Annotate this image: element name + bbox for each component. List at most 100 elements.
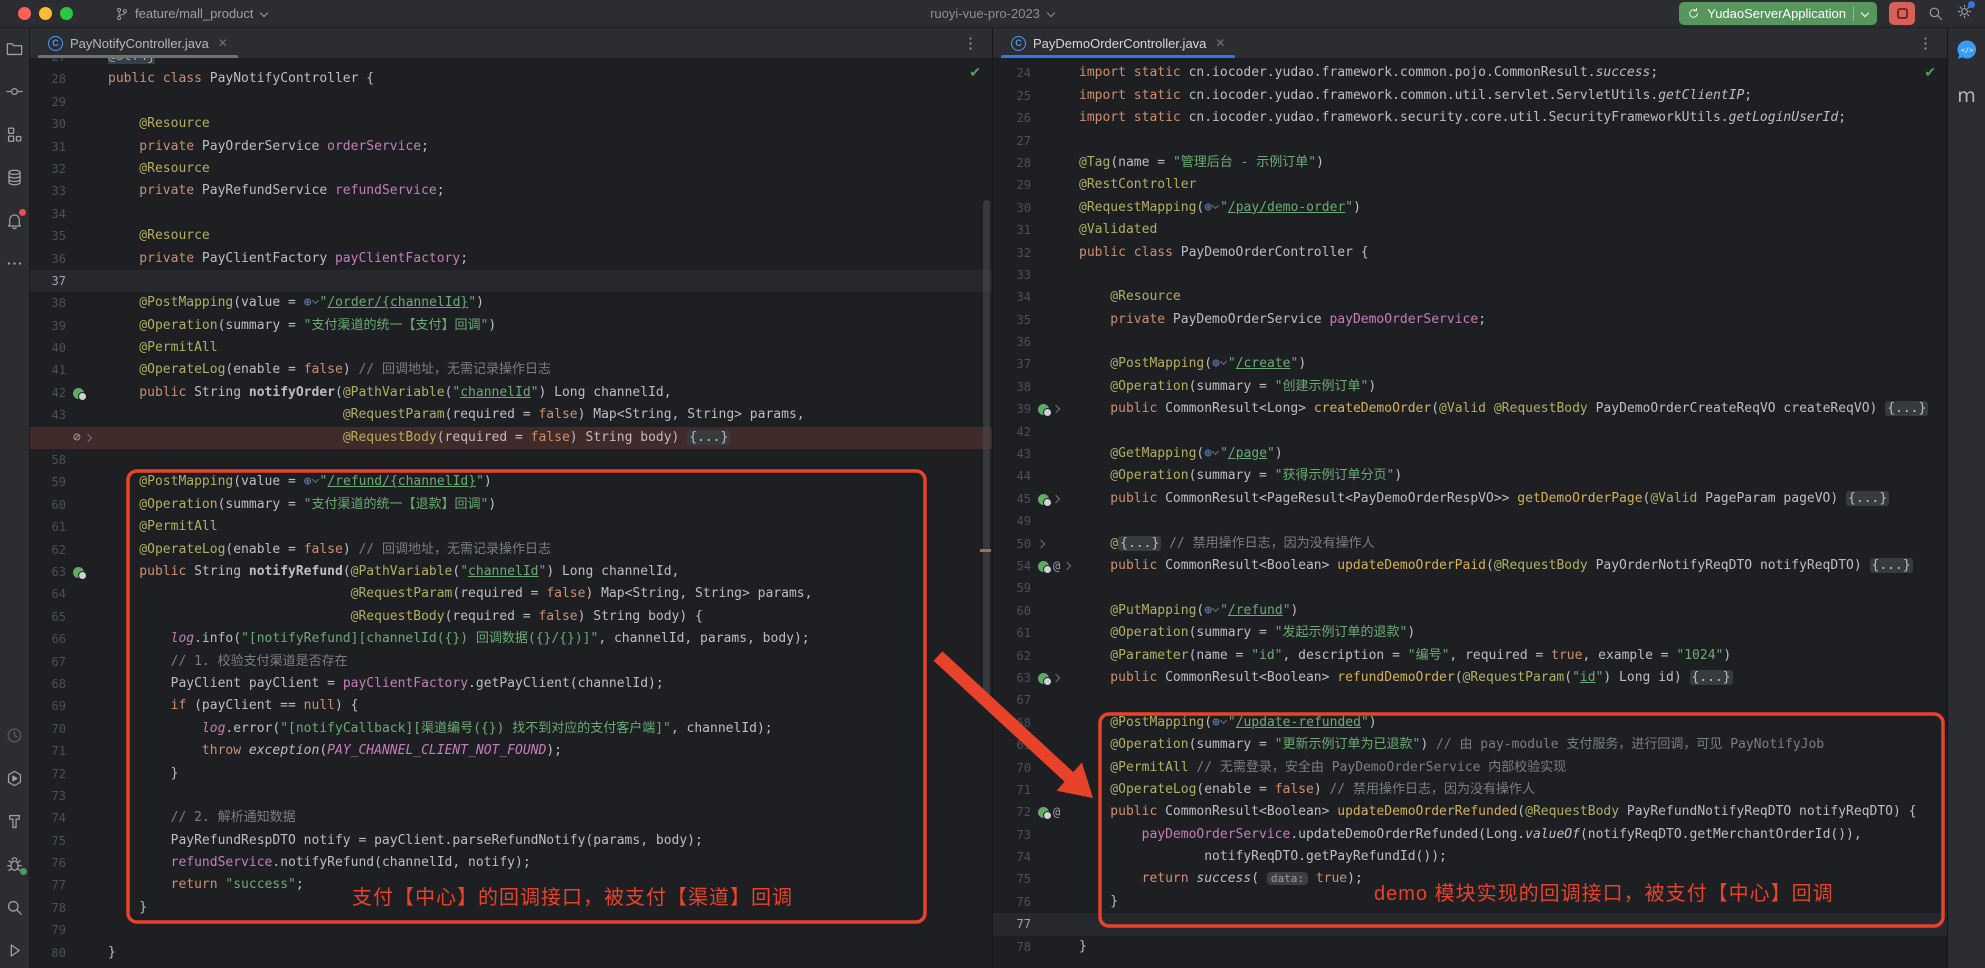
- code-line[interactable]: 41 @OperateLog(enable = false) // 回调地址，无…: [30, 359, 992, 381]
- code-text[interactable]: return "success";: [108, 874, 992, 896]
- line-number[interactable]: 78: [30, 897, 66, 919]
- line-number[interactable]: 30: [993, 197, 1031, 219]
- code-text[interactable]: @{...} // 禁用操作日志，因为没有操作人: [1079, 533, 1947, 555]
- code-text[interactable]: private PayClientFactory payClientFactor…: [108, 248, 992, 270]
- code-text[interactable]: @RequestParam(required = false) Map<Stri…: [108, 583, 992, 605]
- code-line[interactable]: 80}: [30, 942, 992, 964]
- sidebar-item-structure[interactable]: [5, 124, 25, 144]
- code-line[interactable]: 62 @OperateLog(enable = false) // 回调地址，无…: [30, 539, 992, 561]
- code-line[interactable]: 59 @PostMapping(value = ⊕"/refund/{chann…: [30, 471, 992, 493]
- url-globe-icon[interactable]: ⊕: [1212, 715, 1220, 730]
- code-line[interactable]: 50 @{...} // 禁用操作日志，因为没有操作人: [993, 533, 1947, 555]
- code-line[interactable]: 62 @Parameter(name = "id", description =…: [993, 645, 1947, 667]
- code-line[interactable]: 43 @GetMapping(⊕"/page"): [993, 443, 1947, 465]
- code-line[interactable]: 77: [993, 913, 1947, 935]
- url-globe-icon[interactable]: ⊕: [1204, 446, 1212, 461]
- sidebar-item-commit[interactable]: [5, 81, 25, 101]
- code-text[interactable]: @OperateLog(enable = false) // 回调地址，无需记录…: [108, 539, 992, 561]
- line-number[interactable]: 73: [993, 824, 1031, 846]
- sidebar-item-search[interactable]: [5, 897, 25, 917]
- code-text[interactable]: public CommonResult<Boolean> updateDemoO…: [1079, 555, 1947, 577]
- line-number[interactable]: 72: [30, 763, 66, 785]
- code-line[interactable]: 70 log.error("[notifyCallback][渠道编号({}) …: [30, 718, 992, 740]
- code-line[interactable]: 33 private PayRefundService refundServic…: [30, 180, 992, 202]
- code-line[interactable]: 79: [30, 919, 992, 941]
- code-text[interactable]: [1079, 130, 1947, 152]
- line-number[interactable]: 60: [993, 600, 1031, 622]
- code-text[interactable]: @Operation(summary = "更新示例订单为已退款") // 由 …: [1079, 734, 1947, 756]
- code-text[interactable]: [1079, 913, 1947, 935]
- code-line[interactable]: 38 @Operation(summary = "创建示例订单"): [993, 376, 1947, 398]
- code-text[interactable]: @RequestBody(required = false) String bo…: [108, 606, 992, 628]
- code-line[interactable]: 34: [30, 203, 992, 225]
- code-line[interactable]: 54@ public CommonResult<Boolean> updateD…: [993, 555, 1947, 577]
- code-text[interactable]: public CommonResult<Boolean> refundDemoO…: [1079, 667, 1947, 689]
- sidebar-item-recent[interactable]: [5, 725, 25, 745]
- code-text[interactable]: [1079, 264, 1947, 286]
- code-line[interactable]: 30@RequestMapping(⊕"/pay/demo-order"): [993, 197, 1947, 219]
- settings-button[interactable]: [1956, 3, 1973, 25]
- line-number[interactable]: 63: [30, 561, 66, 583]
- code-text[interactable]: [108, 785, 992, 807]
- line-number[interactable]: 33: [993, 264, 1031, 286]
- code-line[interactable]: 68 @PostMapping(⊕"/update-refunded"): [993, 712, 1947, 734]
- url-globe-icon[interactable]: ⊕: [1204, 200, 1212, 215]
- code-text[interactable]: [1079, 331, 1947, 353]
- code-text[interactable]: @OperateLog(enable = false) // 禁用操作日志，因为…: [1079, 779, 1947, 801]
- code-line[interactable]: 29@RestController: [993, 174, 1947, 196]
- line-number[interactable]: 65: [30, 606, 66, 628]
- line-number[interactable]: 74: [30, 807, 66, 829]
- sidebar-item-database[interactable]: [5, 167, 25, 187]
- folded-code[interactable]: {...}: [1870, 558, 1913, 573]
- line-number[interactable]: 59: [30, 471, 66, 493]
- code-text[interactable]: @PermitAll: [108, 337, 992, 359]
- line-number[interactable]: 68: [30, 673, 66, 695]
- code-line[interactable]: 73: [30, 785, 992, 807]
- sidebar-item-run[interactable]: [5, 940, 25, 960]
- line-number[interactable]: 66: [30, 628, 66, 650]
- code-text[interactable]: import static cn.iocoder.yudao.framework…: [1079, 107, 1947, 129]
- code-text[interactable]: return success( data: true);: [1079, 868, 1947, 890]
- code-text[interactable]: [108, 919, 992, 941]
- code-line[interactable]: 78 }: [30, 897, 992, 919]
- code-line[interactable]: 68 PayClient payClient = payClientFactor…: [30, 673, 992, 695]
- line-number[interactable]: 75: [30, 830, 66, 852]
- code-line[interactable]: 78}: [993, 936, 1947, 958]
- line-number[interactable]: 72: [993, 801, 1031, 823]
- code-line[interactable]: 75 return success( data: true);: [993, 868, 1947, 890]
- code-text[interactable]: @Parameter(name = "id", description = "编…: [1079, 645, 1947, 667]
- code-line[interactable]: 42 public String notifyOrder(@PathVariab…: [30, 382, 992, 404]
- code-line[interactable]: 67 // 1. 校验支付渠道是否存在: [30, 651, 992, 673]
- tab-paynotifycontroller[interactable]: PayNotifyController.java: [38, 28, 238, 58]
- fold-chevron-icon[interactable]: [1038, 540, 1046, 548]
- code-line[interactable]: 58: [30, 449, 992, 471]
- no-breakpoint-icon[interactable]: ⊘: [73, 427, 81, 449]
- code-line[interactable]: 74 // 2. 解析通知数据: [30, 807, 992, 829]
- code-line[interactable]: 43 @RequestParam(required = false) Map<S…: [30, 404, 992, 426]
- line-number[interactable]: 63: [993, 667, 1031, 689]
- endpoint-icon[interactable]: [1038, 807, 1049, 818]
- close-tab-icon[interactable]: [218, 36, 228, 50]
- endpoint-icon[interactable]: [73, 388, 84, 399]
- line-number[interactable]: 36: [30, 248, 66, 270]
- code-line[interactable]: 63 public String notifyRefund(@PathVaria…: [30, 561, 992, 583]
- code-text[interactable]: [1079, 577, 1947, 599]
- code-text[interactable]: throw exception(PAY_CHANNEL_CLIENT_NOT_F…: [108, 740, 992, 762]
- code-line[interactable]: 49: [993, 510, 1947, 532]
- code-text[interactable]: [1079, 689, 1947, 711]
- code-text[interactable]: }: [108, 763, 992, 785]
- code-line[interactable]: 40 @PermitAll: [30, 337, 992, 359]
- error-stripe-mark[interactable]: [980, 549, 991, 552]
- code-line[interactable]: 60 @PutMapping(⊕"/refund"): [993, 600, 1947, 622]
- url-globe-icon[interactable]: ⊕: [304, 295, 312, 310]
- code-text[interactable]: public class PayNotifyController {: [108, 68, 992, 90]
- line-number[interactable]: 33: [30, 180, 66, 202]
- code-text[interactable]: refundService.notifyRefund(channelId, no…: [108, 852, 992, 874]
- line-number[interactable]: 62: [30, 539, 66, 561]
- sidebar-item-services[interactable]: [5, 768, 25, 788]
- code-line[interactable]: 38 @PostMapping(value = ⊕"/order/{channe…: [30, 292, 992, 314]
- code-text[interactable]: @RequestBody(required = false) String bo…: [108, 427, 992, 449]
- code-text[interactable]: public CommonResult<Long> createDemoOrde…: [1079, 398, 1947, 420]
- line-number[interactable]: 35: [993, 309, 1031, 331]
- code-line[interactable]: 34 @Resource: [993, 286, 1947, 308]
